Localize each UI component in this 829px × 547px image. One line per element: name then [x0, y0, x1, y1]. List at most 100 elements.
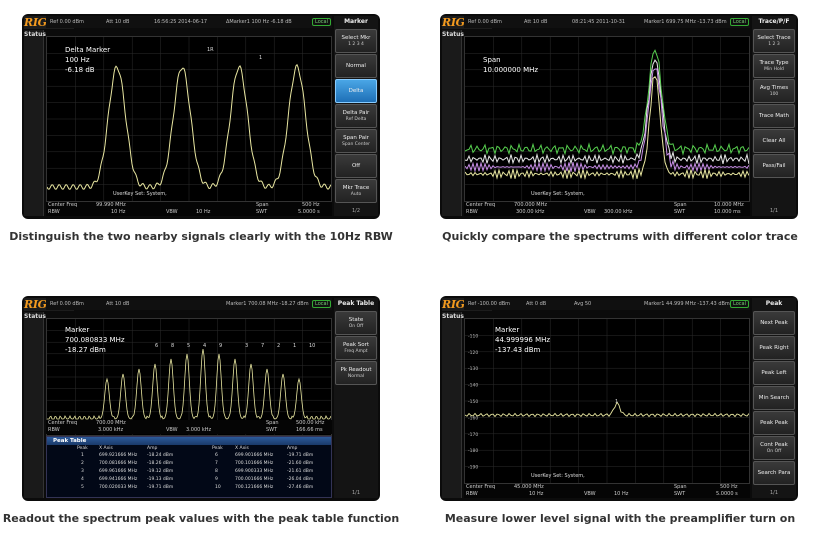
y-tick-label: -190	[468, 465, 478, 471]
swt-label: SWT	[674, 491, 686, 497]
trace-math-button[interactable]: Trace Math	[753, 104, 795, 128]
swt-label: SWT	[256, 209, 268, 215]
table-row: 3 699.961666 MHz -19.12 dBm 8 699.900333 MHz…	[81, 469, 314, 474]
y-tick-label: -130	[468, 366, 478, 372]
span-value: 500.00 kHz	[296, 420, 325, 426]
select-trace-button[interactable]: Select Trace 1 2 3	[753, 29, 795, 53]
state-button[interactable]: State On Off	[335, 311, 377, 335]
select-mkr-button[interactable]: Select Mkr 1 2 3 4	[335, 29, 377, 53]
center-freq-value: 700.000 MHz	[514, 202, 547, 208]
marker-freq: 700.080833 MHz	[65, 336, 125, 344]
peak-peak-button[interactable]: Peak Peak	[753, 411, 795, 435]
vbw-label: VBW	[166, 209, 178, 215]
search-para-button[interactable]: Search Para	[753, 461, 795, 485]
attenuation: Att 10 dB	[106, 19, 130, 25]
mkr-trace-button[interactable]: Mkr Trace Auto	[335, 179, 377, 203]
delta-pair-button[interactable]: Delta Pair Ref Delta	[335, 104, 377, 128]
span-value-readout: 10.000000 MHz	[483, 66, 539, 74]
timestamp: 08:21:45 2011-10-31	[572, 19, 626, 25]
marker-freq: 44.999996 MHz	[495, 336, 551, 344]
status-label: Status	[442, 31, 464, 38]
span-label: Span	[256, 202, 269, 208]
delta-button[interactable]: Delta	[335, 79, 377, 103]
center-freq-label: Center Freq	[48, 202, 78, 208]
peak-table-title: Peak Table	[47, 437, 331, 445]
bottom-bar: Center Freq 45.000 MHz RBW 10 Hz VBW 10 …	[464, 484, 750, 498]
status-label: Status	[24, 313, 46, 320]
marker-amp: -18.27 dBm	[65, 346, 106, 354]
y-tick-label: -170	[468, 432, 478, 438]
off-button[interactable]: Off	[335, 154, 377, 178]
peak-tag: 6	[155, 343, 158, 349]
pk-readout-button[interactable]: Pk Readout Normal	[335, 361, 377, 385]
marker-box: Delta Marker 100 Hz -6.18 dB	[65, 45, 110, 75]
rbw-value: 300.00 kHz	[516, 209, 545, 215]
menu-page: 1/1	[769, 490, 779, 496]
rbw-label: RBW	[48, 209, 60, 215]
span-label: Span	[266, 420, 279, 426]
userkey-label: UserKey Set: System,	[531, 473, 585, 479]
trace-type-button[interactable]: Trace Type Min Hold	[753, 54, 795, 78]
softkey-menu: Trace/P/F Select Trace 1 2 3 Trace Type Mi…	[752, 16, 796, 216]
status-sidebar: Status	[442, 30, 464, 216]
attenuation: Att 10 dB	[106, 301, 130, 307]
peak-left-button[interactable]: Peak Left	[753, 361, 795, 385]
peak-tag: 8	[171, 343, 174, 349]
marker-box: Marker 700.080833 MHz -18.27 dBm	[65, 325, 125, 355]
center-freq-label: Center Freq	[48, 420, 78, 426]
screenshot-panel-1: RIGOL Status Ref 0.00 dBm Att 10 dB 16:5…	[22, 14, 380, 219]
next-peak-button[interactable]: Next Peak	[753, 311, 795, 335]
timestamp: 16:56:25 2014-06-17	[154, 19, 208, 25]
peak-right-button[interactable]: Peak Right	[753, 336, 795, 360]
cont-peak-button[interactable]: Cont Peak On Off	[753, 436, 795, 460]
rbw-label: RBW	[48, 427, 60, 433]
span-pair-button[interactable]: Span Pair Span Center	[335, 129, 377, 153]
y-tick-label: -110	[468, 333, 478, 339]
normal-button[interactable]: Normal	[335, 54, 377, 78]
vbw-value: 3.000 kHz	[186, 427, 212, 433]
table-row: 5 700.020033 MHz -19.71 dBm 10 700.121666 MH…	[81, 485, 314, 490]
spectrum-display: 6 8 5 4 9 3 7 2 1 10 Marker 700.080833 MHz -18.27…	[46, 318, 332, 436]
peak-tag: 3	[245, 343, 248, 349]
center-freq-value: 99.990 MHz	[96, 202, 126, 208]
screenshot-panel-2: RIGOL Status Ref 0.00 dBm Att 10 dB 08:2…	[440, 14, 798, 219]
local-badge: Local	[730, 300, 749, 308]
marker-freq: 100 Hz	[65, 56, 90, 64]
clear-all-button[interactable]: Clear All	[753, 129, 795, 153]
softkey-menu: Peak Table State On Off Peak Sort Freq Amp…	[334, 298, 378, 498]
peak-tag: 10	[309, 343, 315, 349]
center-freq-label: Center Freq	[466, 202, 496, 208]
menu-title: Trace/P/F	[758, 18, 790, 25]
menu-page: 1/1	[351, 490, 361, 496]
peak-table-header: Peak X Axis Amp Peak X Axis Amp	[77, 446, 298, 451]
marker-title: Marker	[65, 326, 90, 334]
marker-readout: Marker1 700.08 MHz -18.27 dBm	[226, 301, 309, 307]
marker-title: Delta Marker	[65, 46, 111, 54]
swt-value: 10.000 ms	[714, 209, 741, 215]
span-label: Span	[674, 484, 687, 490]
caption-1: Distinguish the two nearby signals clear…	[9, 230, 393, 243]
avg-times-button[interactable]: Avg Times 100	[753, 79, 795, 103]
userkey-label: UserKey Set: System,	[113, 191, 167, 197]
min-search-button[interactable]: Min Search	[753, 386, 795, 410]
top-bar: Ref 0.00 dBm Att 10 dB Marker1 700.08 MH…	[46, 298, 332, 310]
table-row: 2 700.081666 MHz -18.26 dBm 7 700.101666 MHz…	[81, 461, 314, 466]
span-value: 500 Hz	[720, 484, 738, 490]
span-box: Span 10.000000 MHz	[483, 55, 538, 75]
pass-fail-button[interactable]: Pass/Fail	[753, 154, 795, 178]
menu-title: Marker	[344, 18, 368, 25]
status-sidebar: Status	[24, 312, 46, 498]
marker-readout: Marker1 699.75 MHz -13.73 dBm	[644, 19, 727, 25]
peak-tag: 1	[293, 343, 296, 349]
status-label: Status	[442, 313, 464, 320]
peak-sort-button[interactable]: Peak Sort Freq Ampt	[335, 336, 377, 360]
screenshot-panel-3: RIGOL Status Ref 0.00 dBm Att 10 dB Mark…	[22, 296, 380, 501]
marker-box: Marker 44.999996 MHz -137.43 dBm	[495, 325, 550, 355]
center-freq-value: 45.000 MHz	[514, 484, 544, 490]
menu-title: Peak Table	[337, 300, 375, 307]
marker-tag-1r: 1R	[207, 47, 214, 53]
peak-table: Peak Table Peak X Axis Amp Peak X Axis A…	[46, 436, 332, 498]
marker-amp: -137.43 dBm	[495, 346, 541, 354]
swt-value: 5.0000 s	[298, 209, 320, 215]
vbw-value: 10 Hz	[196, 209, 211, 215]
